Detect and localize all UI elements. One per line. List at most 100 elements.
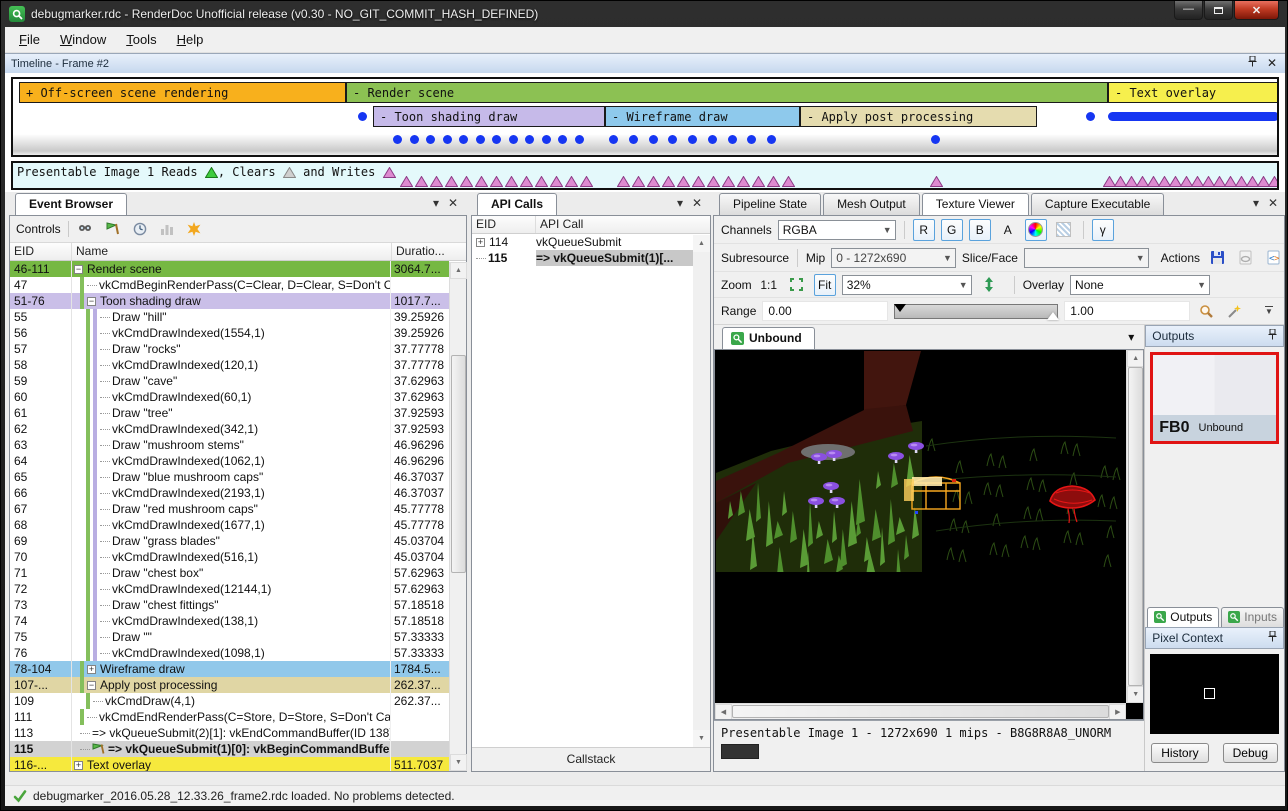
collapse-icon[interactable]: − [87,681,96,690]
event-row-58[interactable]: 58vkCmdDrawIndexed(120,1)37.77778 [10,357,449,373]
scrollbar-thumb[interactable] [451,355,466,573]
timeline-event-dot[interactable] [509,135,518,144]
timeline-event-dot[interactable] [575,135,584,144]
alpha-checker-button[interactable] [1053,219,1075,241]
collapse-icon[interactable]: − [87,297,96,306]
column-eid[interactable]: EID [10,243,72,260]
timeline-event-dot[interactable] [542,135,551,144]
tab-event-browser[interactable]: Event Browser [15,193,127,215]
save-icon[interactable] [1206,247,1228,269]
event-row-109[interactable]: 109vkCmdDraw(4,1)262.37... [10,693,449,709]
overlay-select[interactable]: None▼ [1070,275,1210,295]
timeline-event-dot[interactable] [443,135,452,144]
expand-icon[interactable]: + [87,665,96,674]
outputs-list[interactable]: FB0 Unbound [1145,347,1284,604]
texture-viewer-close-icon[interactable]: ✕ [1268,196,1278,210]
tab-api-calls[interactable]: API Calls [477,193,557,215]
goto-eid-icon[interactable] [103,220,123,238]
history-button[interactable]: History [1151,743,1208,763]
menu-item-window[interactable]: Window [50,28,116,51]
event-row-74[interactable]: 74vkCmdDrawIndexed(138,1)57.18518 [10,613,449,629]
pixel-context-header[interactable]: Pixel Context [1145,627,1284,649]
timeline-event-dot[interactable] [426,135,435,144]
texture-viewer-menu-icon[interactable]: ▾ [1253,196,1259,210]
api-call-row-114[interactable]: +114vkQueueSubmit [472,234,710,250]
event-row-78104[interactable]: 78-104+Wireframe draw1784.5... [10,661,449,677]
tab-texture-viewer[interactable]: Texture Viewer [922,193,1029,215]
scroll-up-icon[interactable]: ▲ [693,235,710,252]
event-row-115[interactable]: 115=> vkQueueSubmit(1)[0]: vkBeginComman… [10,741,449,757]
timeline-marker-bar[interactable]: - Toon shading draw [373,106,605,127]
scroll-up-icon[interactable]: ▲ [450,262,467,279]
api-call-row-115[interactable]: 115=> vkQueueSubmit(1)[... [472,250,710,266]
debug-button[interactable]: Debug [1223,743,1278,763]
slice-face-select[interactable]: ▼ [1024,248,1149,268]
autofit-wand-icon[interactable] [1224,300,1246,322]
scroll-right-icon[interactable]: ▶ [1109,704,1126,720]
callstack-label[interactable]: Callstack [472,747,710,771]
timeline-event-dot[interactable] [558,135,567,144]
timeline-marker-bar[interactable]: - Apply post processing [800,106,1037,127]
event-row-59[interactable]: 59Draw "cave"37.62963 [10,373,449,389]
scroll-down-icon[interactable]: ▼ [450,754,467,771]
pixel-context-pin-icon[interactable] [1268,631,1277,645]
timeline-event-dot[interactable] [609,135,618,144]
channel-r-button[interactable]: R [913,219,935,241]
event-browser-header[interactable]: EID Name Duratio... [10,243,466,261]
event-row-111[interactable]: 111vkCmdEndRenderPass(C=Store, D=Store, … [10,709,449,725]
event-row-107[interactable]: 107-...−Apply post processing262.37... [10,677,449,693]
expand-icon[interactable]: + [74,761,83,770]
event-row-63[interactable]: 63Draw "mushroom stems"46.96296 [10,437,449,453]
timeline-event-dot[interactable] [525,135,534,144]
event-row-57[interactable]: 57Draw "rocks"37.77778 [10,341,449,357]
timeline-event-dot[interactable] [708,135,717,144]
fit-button[interactable]: Fit [814,274,836,296]
close-button[interactable]: ✕ [1234,1,1279,20]
time-draws-icon[interactable] [130,220,150,238]
texture-tab-unbound[interactable]: Unbound [722,327,815,349]
event-row-73[interactable]: 73Draw "chest fittings"57.18518 [10,597,449,613]
expand-icon[interactable]: + [476,238,485,247]
column-duration[interactable]: Duratio... [392,243,466,260]
event-row-75[interactable]: 75Draw ""57.33333 [10,629,449,645]
scrollbar-thumb[interactable] [1128,367,1143,686]
flip-y-icon[interactable] [978,274,1000,296]
maximize-button[interactable] [1204,1,1233,20]
api-calls-header[interactable]: EID API Call [472,216,710,234]
timeline-marker-bar[interactable]: + Off-screen scene rendering [19,82,346,103]
event-row-60[interactable]: 60vkCmdDrawIndexed(60,1)37.62963 [10,389,449,405]
timeline-event-dot[interactable] [358,112,367,121]
timeline-panel-header[interactable]: Timeline - Frame #2 ✕ [5,53,1285,73]
range-options-icon[interactable]: ▼ [1258,303,1280,319]
range-slider[interactable] [894,304,1058,319]
event-row-68[interactable]: 68vkCmdDrawIndexed(1677,1)45.77778 [10,517,449,533]
timeline-marker-bar[interactable]: - Text overlay [1108,82,1279,103]
shader-code-icon[interactable]: <> [1262,247,1284,269]
outputs-header[interactable]: Outputs [1145,325,1284,347]
timeline-event-dot[interactable] [931,135,940,144]
timeline-event-dot[interactable] [747,135,756,144]
gamma-button[interactable]: γ [1092,219,1114,241]
api-calls-list[interactable]: +114vkQueueSubmit115=> vkQueueSubmit(1)[… [472,234,710,266]
timeline-event-dot[interactable] [767,135,776,144]
timeline-event-dot[interactable] [410,135,419,144]
timeline-events-pill[interactable] [1108,112,1279,121]
timeline-event-dot[interactable] [688,135,697,144]
timeline-event-dot[interactable] [629,135,638,144]
channel-g-button[interactable]: G [941,219,963,241]
timeline-body[interactable]: + Off-screen scene rendering- Render sce… [5,73,1285,192]
tab-capture-executable[interactable]: Capture Executable [1031,193,1164,215]
event-row-70[interactable]: 70vkCmdDrawIndexed(516,1)45.03704 [10,549,449,565]
event-row-62[interactable]: 62vkCmdDrawIndexed(342,1)37.92593 [10,421,449,437]
event-row-47[interactable]: 47vkCmdBeginRenderPass(C=Clear, D=Clear,… [10,277,449,293]
event-browser-tree[interactable]: 46-111−Render scene3064.7...47vkCmdBegin… [10,261,449,771]
colorwheel-button[interactable] [1025,219,1047,241]
timeline-resource-usage[interactable]: Presentable Image 1 Reads , Clears and W… [11,161,1279,190]
api-calls-close-icon[interactable]: ✕ [692,196,702,210]
timeline-event-dot[interactable] [492,135,501,144]
event-browser-close-icon[interactable]: ✕ [448,196,458,210]
timeline-event-dot[interactable] [476,135,485,144]
event-row-65[interactable]: 65Draw "blue mushroom caps"46.37037 [10,469,449,485]
timeline-event-dot[interactable] [393,135,402,144]
timeline-event-dot[interactable] [459,135,468,144]
